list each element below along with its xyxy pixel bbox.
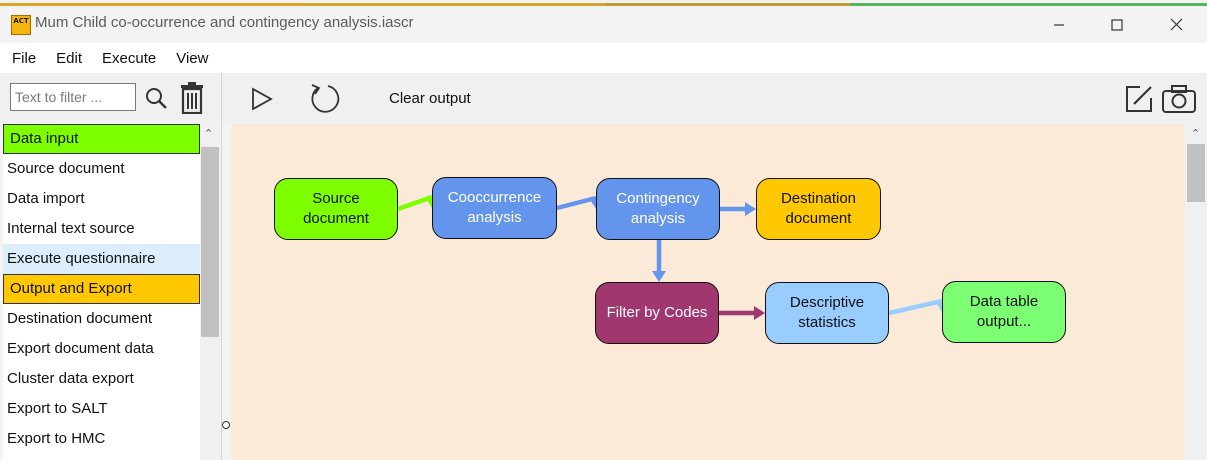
screenshot-button[interactable]: [1161, 84, 1197, 114]
edge-arrowhead-cont-dest: [745, 202, 756, 216]
menu-bar: File Edit Execute View: [0, 43, 1207, 73]
sidebar-divider: [221, 73, 222, 460]
palette-item[interactable]: Export document data: [3, 334, 200, 364]
workflow-node-desc[interactable]: Descriptive statistics: [765, 282, 889, 344]
app-window: ACT Mum Child co-occurrence and continge…: [0, 0, 1207, 460]
app-logo-icon: ACT: [11, 15, 31, 35]
canvas-scroll-thumb[interactable]: [1187, 144, 1205, 202]
toolbar: Clear output: [0, 73, 1207, 123]
workflow-node-filter[interactable]: Filter by Codes: [595, 282, 719, 344]
workflow-node-table[interactable]: Data table output...: [942, 281, 1066, 343]
workflow-node-cooc[interactable]: Cooccurrence analysis: [432, 177, 557, 239]
title-bar: ACT Mum Child co-occurrence and continge…: [0, 6, 1207, 43]
play-icon: [252, 87, 273, 111]
canvas-scroll-up-icon[interactable]: ⌃: [1191, 127, 1200, 140]
maximize-button[interactable]: [1088, 6, 1146, 43]
palette-item[interactable]: Source document: [3, 154, 200, 184]
workflow-node-source[interactable]: Source document: [274, 178, 398, 240]
menu-execute[interactable]: Execute: [102, 50, 156, 67]
sidebar-scroll-thumb[interactable]: [201, 147, 219, 337]
delete-button[interactable]: [177, 82, 207, 114]
maximize-icon: [1111, 18, 1123, 31]
sidebar-scrollbar[interactable]: ⌃: [200, 124, 220, 460]
menu-view[interactable]: View: [176, 50, 208, 67]
node-palette-list: Data input Source document Data import Inte…: [3, 124, 200, 460]
run-button[interactable]: [247, 85, 275, 113]
search-icon: [146, 88, 167, 109]
edit-icon: [1126, 86, 1152, 112]
menu-file[interactable]: File: [12, 50, 36, 67]
palette-item[interactable]: Export to HMC: [3, 424, 200, 454]
edge-desc-table: [888, 298, 943, 316]
edit-button[interactable]: [1124, 84, 1154, 114]
splitter-handle[interactable]: [222, 421, 230, 429]
palette-item[interactable]: Export to SALT: [3, 394, 200, 424]
clear-output-button[interactable]: Clear output: [389, 90, 471, 107]
workflow-node-cont[interactable]: Contingency analysis: [596, 178, 720, 240]
close-icon: [1170, 18, 1182, 31]
workflow-node-dest[interactable]: Destination document: [756, 178, 881, 240]
camera-icon: [1162, 85, 1196, 113]
edge-arrowhead-filter-desc: [754, 306, 765, 320]
restart-icon: [311, 84, 340, 113]
palette-item[interactable]: Internal text source: [3, 214, 200, 244]
canvas-scrollbar[interactable]: ⌃: [1185, 124, 1207, 460]
palette-item[interactable]: Destination document: [3, 304, 200, 334]
palette-category[interactable]: Data input: [3, 124, 200, 154]
trash-icon: [181, 82, 203, 114]
edge-arrowhead-cont-filter: [652, 271, 666, 282]
palette-item[interactable]: Execute questionnaire: [3, 244, 200, 274]
palette-category[interactable]: Output and Export: [3, 274, 200, 304]
scroll-up-icon[interactable]: ⌃: [204, 127, 213, 140]
reset-button[interactable]: [306, 82, 342, 116]
filter-input[interactable]: [10, 83, 136, 111]
minimize-button[interactable]: [1030, 6, 1088, 43]
palette-item[interactable]: Data import: [3, 184, 200, 214]
close-button[interactable]: [1147, 6, 1205, 43]
palette-item[interactable]: Cluster data export: [3, 364, 200, 394]
window-title: Mum Child co-occurrence and contingency …: [35, 14, 414, 31]
menu-edit[interactable]: Edit: [56, 50, 82, 67]
search-button[interactable]: [143, 85, 169, 111]
minimize-icon: [1054, 23, 1064, 26]
